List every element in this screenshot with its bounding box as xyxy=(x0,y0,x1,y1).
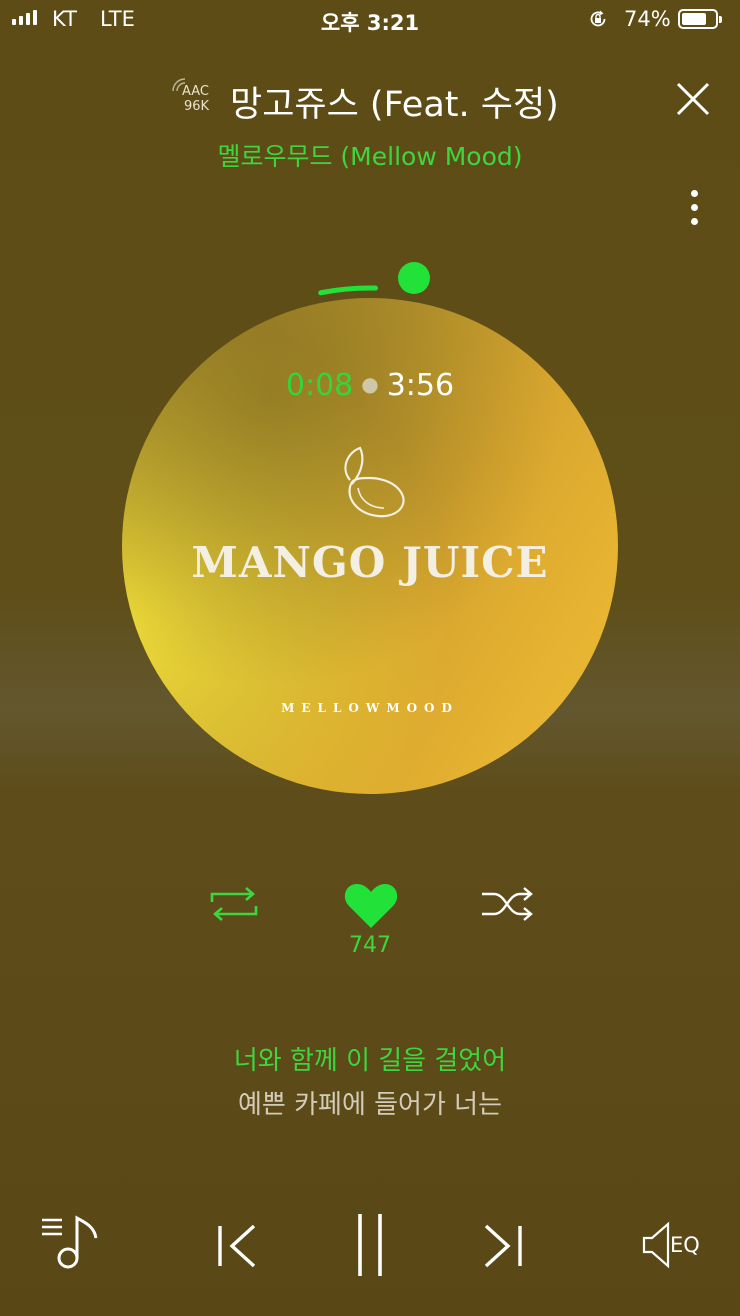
artist-name[interactable]: 멜로우무드 (Mellow Mood) xyxy=(0,137,740,173)
lyric-current[interactable]: 너와 함께 이 길을 걸었어 xyxy=(0,1040,740,1077)
battery-icon xyxy=(678,9,722,29)
eq-label: EQ xyxy=(670,1233,700,1257)
current-time: 0:08 xyxy=(285,368,354,403)
eq-button[interactable]: EQ xyxy=(640,1220,710,1270)
previous-icon[interactable] xyxy=(214,1222,258,1270)
album-title: MANGO JUICE xyxy=(191,538,549,587)
rotation-lock-icon xyxy=(590,10,606,27)
codec-badge: AAC 96K xyxy=(172,78,220,118)
status-bar: KT LTE 오후 3:21 74% xyxy=(0,0,740,40)
playlist-icon[interactable] xyxy=(40,1214,100,1272)
heart-icon[interactable] xyxy=(343,882,399,930)
shuffle-icon[interactable] xyxy=(480,886,534,922)
progress-knob[interactable] xyxy=(397,261,430,294)
mango-icon xyxy=(344,446,405,518)
codec-format: AAC xyxy=(182,84,209,99)
pause-icon[interactable] xyxy=(356,1212,384,1278)
song-title: 망고쥬스 (Feat. 수정) xyxy=(230,85,559,125)
lyric-next[interactable]: 예쁜 카페에 들어가 너는 xyxy=(0,1084,740,1121)
battery-percent: 74% xyxy=(624,7,671,31)
playback-time: 0:08 ● 3:56 xyxy=(122,368,618,403)
more-icon[interactable] xyxy=(684,190,704,234)
like-count: 747 xyxy=(349,933,391,958)
close-icon[interactable] xyxy=(672,78,714,120)
album-art[interactable]: 0:08 ● 3:56 MANGO JUICE MELLOWMOOD xyxy=(122,298,618,794)
codec-bitrate: 96K xyxy=(184,99,210,114)
time-separator: ● xyxy=(361,372,379,396)
repeat-icon[interactable] xyxy=(208,886,260,922)
album-label: MELLOWMOOD xyxy=(281,701,459,715)
total-time: 3:56 xyxy=(386,368,455,403)
next-icon[interactable] xyxy=(482,1222,526,1270)
speaker-icon xyxy=(642,1221,670,1269)
